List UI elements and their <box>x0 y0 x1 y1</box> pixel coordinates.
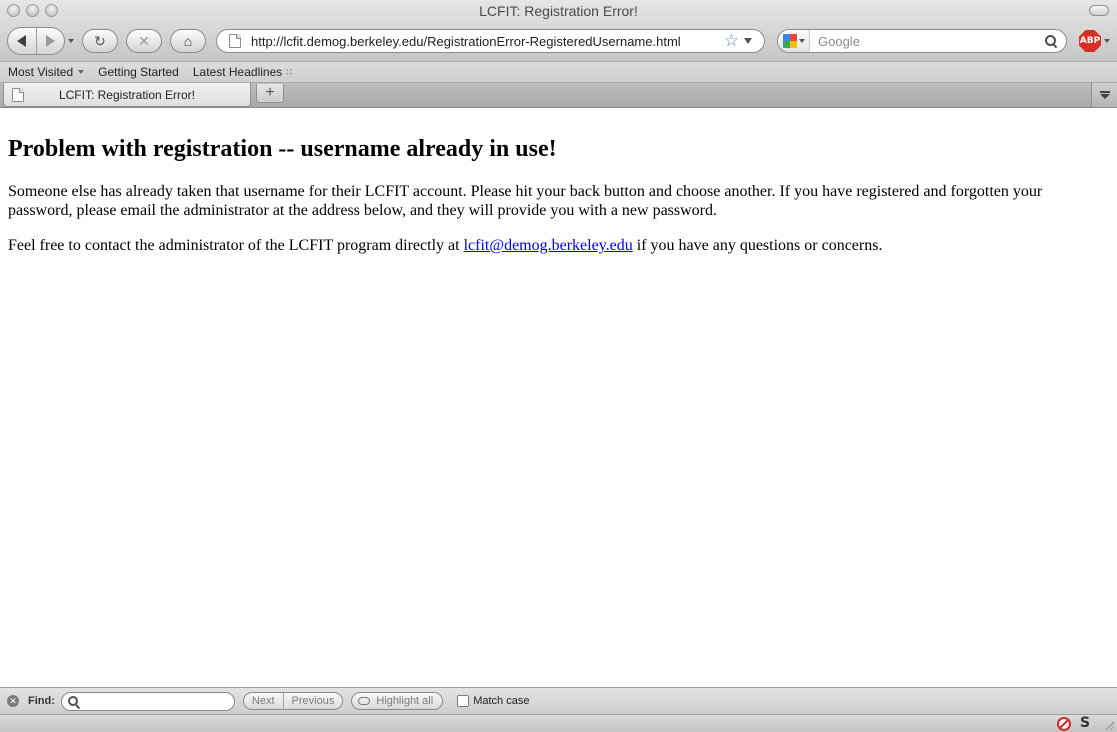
bookmark-star-icon[interactable]: ☆ <box>724 31 739 51</box>
search-icon[interactable] <box>1045 35 1057 47</box>
chevron-down-icon <box>78 70 85 74</box>
blocked-icon[interactable] <box>1057 717 1071 731</box>
tab-list-icon <box>1099 91 1110 93</box>
rss-icon: ∷ <box>286 66 292 77</box>
back-arrow-icon <box>17 35 27 47</box>
search-icon <box>67 695 79 707</box>
bookmark-label: Getting Started <box>98 65 179 79</box>
home-icon: ⌂ <box>183 33 193 49</box>
chevron-down-icon <box>1099 94 1110 99</box>
chevron-down-icon <box>798 39 805 43</box>
toolbar-toggle-button[interactable] <box>1089 5 1109 16</box>
search-bar <box>777 29 1067 53</box>
admin-email-link[interactable]: lcfit@demog.berkeley.edu <box>464 237 633 254</box>
history-dropdown-icon[interactable] <box>68 39 74 43</box>
browser-toolbar: LCFIT: Registration Error! ↻ ✕ ⌂ http://… <box>0 0 1117 62</box>
find-input[interactable] <box>82 695 234 707</box>
forward-button[interactable] <box>35 28 65 54</box>
list-all-tabs-button[interactable] <box>1091 83 1117 107</box>
search-input[interactable] <box>810 33 1045 49</box>
page-icon <box>229 34 241 48</box>
find-previous-button[interactable]: Previous <box>282 693 343 709</box>
bookmarks-toolbar: Most Visited Getting Started Latest Head… <box>0 62 1117 83</box>
plus-icon: + <box>265 84 275 101</box>
tab-label: LCFIT: Registration Error! <box>58 87 196 102</box>
contact-paragraph: Feel free to contact the administrator o… <box>8 236 1109 255</box>
bookmark-most-visited[interactable]: Most Visited <box>8 65 85 79</box>
contact-text-before: Feel free to contact the administrator o… <box>8 237 464 254</box>
find-field[interactable] <box>60 691 235 711</box>
reload-button[interactable]: ↻ <box>82 29 118 53</box>
match-case-checkbox[interactable] <box>457 695 470 707</box>
page-content: Problem with registration -- username al… <box>0 109 1117 687</box>
back-button[interactable] <box>8 28 36 54</box>
find-bar: ✕ Find: Next Previous Highlight all Matc… <box>0 687 1117 714</box>
address-bar[interactable]: http://lcfit.demog.berkeley.edu/Registra… <box>216 29 765 53</box>
adblock-plus-icon[interactable]: ABP <box>1079 30 1101 52</box>
stop-icon: ✕ <box>138 32 150 49</box>
bookmark-latest-headlines[interactable]: Latest Headlines ∷ <box>193 65 292 79</box>
window-title: LCFIT: Registration Error! <box>479 3 638 19</box>
home-button[interactable]: ⌂ <box>170 29 206 53</box>
page-icon <box>12 87 24 102</box>
forward-arrow-icon <box>45 35 55 47</box>
find-nav-group: Next Previous <box>242 692 344 710</box>
stop-button[interactable]: ✕ <box>126 29 162 53</box>
highlight-all-label: Highlight all <box>376 695 434 707</box>
tab-registration-error[interactable]: LCFIT: Registration Error! <box>3 83 251 107</box>
search-engine-button[interactable] <box>778 30 810 52</box>
match-case-label[interactable]: Match case <box>473 695 529 707</box>
close-find-bar-button[interactable]: ✕ <box>7 695 19 707</box>
close-icon: ✕ <box>9 695 17 706</box>
highlight-all-button[interactable]: Highlight all <box>351 692 444 710</box>
back-forward-group <box>7 27 65 55</box>
highlight-icon <box>358 697 371 705</box>
google-icon <box>782 34 797 48</box>
resize-grip[interactable] <box>1104 720 1114 730</box>
s-addon-icon[interactable]: S <box>1080 715 1090 731</box>
bookmark-label: Most Visited <box>8 65 74 79</box>
reload-icon: ↻ <box>94 32 106 49</box>
contact-text-after: if you have any questions or concerns. <box>632 237 883 254</box>
new-tab-button[interactable]: + <box>256 84 284 103</box>
adblock-dropdown-icon[interactable] <box>1104 39 1110 43</box>
find-next-button[interactable]: Next <box>244 693 283 709</box>
error-explanation: Someone else has already taken that user… <box>8 183 1043 219</box>
bookmark-label: Latest Headlines <box>192 65 283 79</box>
url-dropdown-icon[interactable] <box>744 38 752 44</box>
find-label: Find: <box>28 695 55 707</box>
status-bar: S <box>0 714 1117 732</box>
page-heading: Problem with registration -- username al… <box>8 136 557 162</box>
url-text[interactable]: http://lcfit.demog.berkeley.edu/Registra… <box>251 34 724 49</box>
bookmark-getting-started[interactable]: Getting Started <box>98 65 179 79</box>
tab-strip: LCFIT: Registration Error! + <box>0 83 1117 108</box>
